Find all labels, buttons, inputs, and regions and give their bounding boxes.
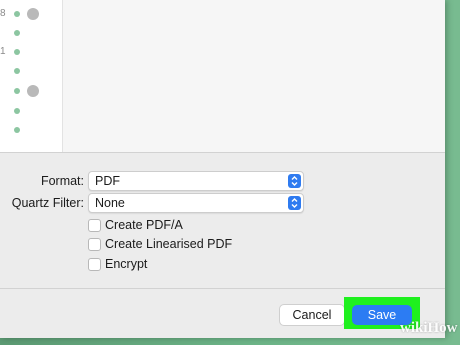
create-pdfa-label: Create PDF/A (105, 218, 183, 232)
file-row[interactable] (0, 64, 62, 78)
cloud-status-icon (27, 8, 39, 20)
create-linearised-label: Create Linearised PDF (105, 237, 233, 251)
tag-dot-icon (14, 88, 20, 94)
format-popup[interactable]: PDF (88, 171, 304, 191)
quartz-filter-popup[interactable]: None (88, 193, 304, 213)
quartz-filter-label: Quartz Filter: (11, 196, 84, 210)
cloud-status-icon (27, 85, 39, 97)
save-dialog: 8 1 Format: PDF Quartz Filter: None Crea… (0, 0, 445, 338)
file-browser: 8 1 (0, 0, 445, 152)
file-row[interactable] (0, 26, 62, 40)
chevron-up-down-icon (288, 196, 301, 210)
file-row-fragment: 1 (0, 46, 6, 57)
tag-dot-icon (14, 108, 20, 114)
tag-dot-icon (14, 49, 20, 55)
divider (0, 288, 445, 289)
encrypt-checkbox[interactable] (88, 258, 101, 271)
cancel-button[interactable]: Cancel (279, 304, 345, 326)
file-row[interactable]: 1 (0, 45, 62, 59)
tag-dot-icon (14, 30, 20, 36)
create-pdfa-checkbox[interactable] (88, 219, 101, 232)
file-row[interactable] (0, 123, 62, 137)
tag-dot-icon (14, 127, 20, 133)
watermark-logo: wikiHow (400, 320, 458, 336)
file-list-column[interactable]: 8 1 (0, 0, 63, 152)
chevron-up-down-icon (288, 174, 301, 188)
create-linearised-checkbox[interactable] (88, 238, 101, 251)
file-row[interactable] (0, 104, 62, 118)
format-label: Format: (40, 174, 84, 188)
divider (0, 152, 445, 153)
tag-dot-icon (14, 68, 20, 74)
file-row[interactable] (0, 84, 62, 98)
quartz-filter-value: None (95, 196, 125, 210)
tag-dot-icon (14, 11, 20, 17)
encrypt-label: Encrypt (105, 257, 148, 271)
format-value: PDF (95, 174, 120, 188)
file-row[interactable]: 8 (0, 7, 62, 21)
file-row-fragment: 8 (0, 8, 6, 19)
